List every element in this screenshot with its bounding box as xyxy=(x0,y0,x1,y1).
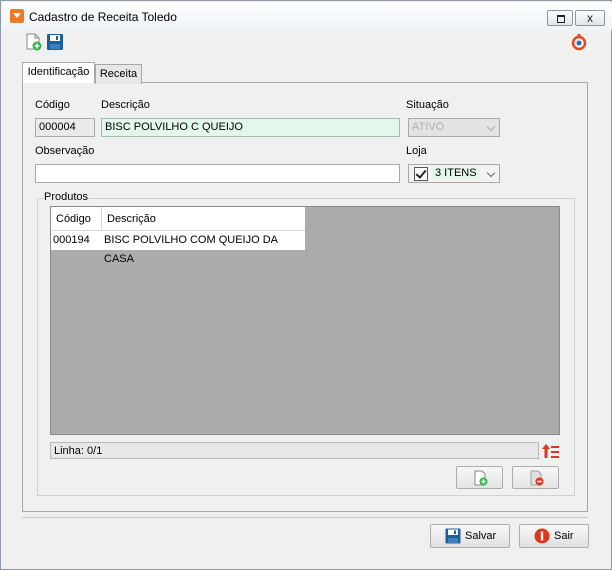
cell-codigo: 000194 xyxy=(53,234,90,246)
cell-descricao: BISC POLVILHO COM QUEIJO DA CASA xyxy=(104,234,278,265)
new-document-icon[interactable] xyxy=(24,33,42,51)
descricao-input[interactable]: BISC POLVILHO C QUEIJO xyxy=(101,118,400,137)
grid-header: Código Descrição xyxy=(51,207,305,231)
close-button[interactable]: x xyxy=(575,10,605,26)
situacao-value: ATIVO xyxy=(412,121,445,133)
app-icon xyxy=(10,9,24,23)
remove-document-icon xyxy=(530,470,544,486)
restore-button[interactable] xyxy=(547,10,573,26)
produtos-label: Produtos xyxy=(43,191,90,203)
exit-icon xyxy=(534,528,550,544)
sort-order-icon[interactable] xyxy=(542,442,560,460)
salvar-button[interactable]: Salvar xyxy=(430,524,510,548)
situacao-label: Situação xyxy=(406,99,449,111)
loja-label: Loja xyxy=(406,145,427,157)
observacao-input[interactable] xyxy=(35,164,400,183)
situacao-select[interactable]: ATIVO xyxy=(408,118,500,137)
codigo-label: Código xyxy=(35,99,70,111)
table-row[interactable]: 000194 BISC POLVILHO COM QUEIJO DA CASA xyxy=(51,231,305,265)
loja-value: 3 ITENS xyxy=(432,168,480,179)
salvar-label: Salvar xyxy=(465,530,497,542)
sair-label: Sair xyxy=(554,530,574,542)
add-document-icon xyxy=(474,470,488,486)
descricao-label: Descrição xyxy=(101,99,150,111)
tab-identificacao[interactable]: Identificação xyxy=(22,62,95,83)
close-icon: x xyxy=(587,11,593,25)
save-icon[interactable] xyxy=(46,33,64,51)
chevron-down-icon xyxy=(486,168,496,178)
sair-button[interactable]: Sair xyxy=(519,524,589,548)
row-status-bar: Linha: 0/1 xyxy=(50,442,539,459)
add-row-button[interactable] xyxy=(456,466,503,489)
column-header-codigo[interactable]: Código xyxy=(51,207,102,231)
title-bar[interactable]: Cadastro de Receita Toledo x xyxy=(2,2,612,30)
loja-select[interactable]: 3 ITENS xyxy=(408,164,500,183)
save-icon xyxy=(445,528,461,544)
window-title: Cadastro de Receita Toledo xyxy=(29,10,177,24)
chevron-down-icon xyxy=(486,122,496,132)
remove-row-button[interactable] xyxy=(512,466,559,489)
tab-receita[interactable]: Receita xyxy=(95,64,142,84)
bottom-separator xyxy=(22,517,588,518)
codigo-field[interactable]: 000004 xyxy=(35,118,95,137)
timer-refresh-icon[interactable] xyxy=(570,33,588,51)
column-header-descricao[interactable]: Descrição xyxy=(102,207,305,231)
loja-checkbox[interactable] xyxy=(414,167,428,181)
observacao-label: Observação xyxy=(35,145,95,157)
